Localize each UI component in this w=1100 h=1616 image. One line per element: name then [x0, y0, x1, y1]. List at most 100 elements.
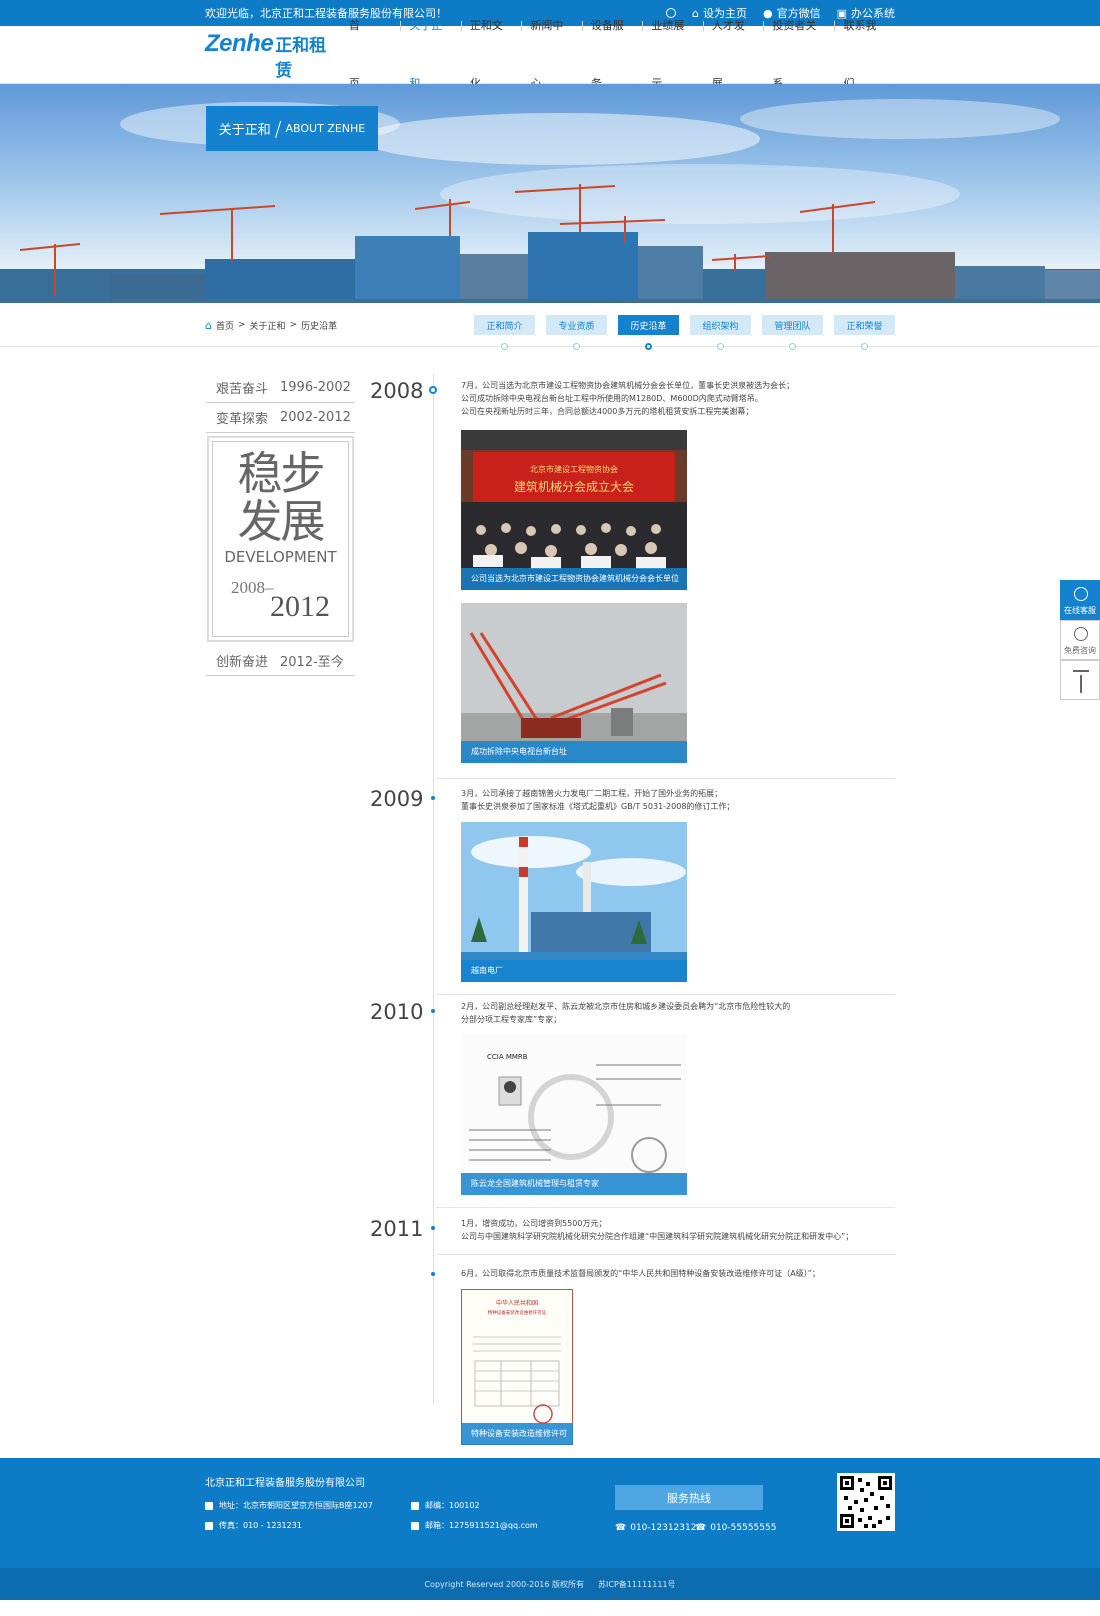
- svg-text:建筑机械分会成立大会: 建筑机械分会成立大会: [514, 479, 634, 494]
- hotline-phone-2[interactable]: ☎ 010-55555555: [695, 1523, 776, 1533]
- construction-skyline-image: [0, 99, 1100, 303]
- timeline-separator: [436, 994, 895, 995]
- era-item-3[interactable]: 创新奋进 2012-至今: [206, 646, 355, 676]
- tab-label: 正和荣誉: [846, 321, 883, 332]
- photo-caption: 陈云龙全国建筑机械管理与租赁专家: [461, 1173, 687, 1195]
- timeline-year: 2008: [370, 379, 424, 403]
- tab-history[interactable]: 历史沿革: [618, 315, 679, 350]
- timeline-photo[interactable]: 成功拆除中央电视台新台址: [461, 603, 687, 763]
- timeline-year: 2011: [370, 1217, 424, 1241]
- logo[interactable]: Zenhe 正和租赁: [205, 30, 340, 81]
- era-current-title: 稳步 发展: [237, 447, 325, 548]
- banner: 关于正和 / ABOUT ZENHE: [0, 84, 1100, 303]
- crane-dismantling-photo: [461, 603, 687, 763]
- phone-icon: ☎: [695, 1523, 707, 1533]
- copyright-text: Copyright Reserved 2000-2016 版权所有: [424, 1579, 585, 1589]
- headset-icon: [1074, 587, 1088, 601]
- era-item-2[interactable]: 变革探索 2002-2012: [206, 403, 355, 433]
- footer-company: 北京正和工程装备服务股份有限公司: [205, 1478, 365, 1489]
- icp-text[interactable]: 苏ICP备11111111号: [598, 1579, 676, 1590]
- svg-text:CCIA MMRB: CCIA MMRB: [487, 1053, 528, 1061]
- era-years: 2002-2012: [280, 410, 351, 425]
- footer: 北京正和工程装备服务股份有限公司 地址：北京市朝阳区望京方恒国际B座1207 传…: [0, 1458, 1100, 1568]
- timeline-year: 2009: [370, 787, 424, 811]
- timeline-separator: [436, 778, 895, 779]
- footer-fax: 传真：010 - 1231231: [205, 1520, 302, 1531]
- photo-caption: 公司当选为北京市建设工程物资协会建筑机械分会会长单位: [461, 568, 687, 590]
- side-float-panel: 在线客服 免费咨询: [1060, 580, 1100, 700]
- divider-slash: /: [274, 116, 282, 141]
- sub-bar: ⌂ 首页 > 关于正和 > 历史沿革 正和简介 专业资质 历史沿革 组织架构 管…: [0, 303, 1100, 350]
- timeline-line: [433, 373, 434, 1404]
- copyright-bar: Copyright Reserved 2000-2016 版权所有 苏ICP备1…: [0, 1568, 1100, 1600]
- breadcrumb-home[interactable]: 首页: [216, 319, 234, 332]
- tab-label: 专业资质: [558, 321, 595, 332]
- era-current-en: DEVELOPMENT: [224, 548, 337, 566]
- tab-intro[interactable]: 正和简介: [474, 315, 535, 350]
- footer-address: 地址：北京市朝阳区望京方恒国际B座1207: [205, 1500, 373, 1511]
- timeline-photo[interactable]: CCIA MMRB 陈云龙全国建筑机械管理与租赁专家: [461, 1035, 687, 1195]
- qr-code: [837, 1473, 895, 1531]
- tab-management[interactable]: 管理团队: [762, 315, 823, 350]
- expert-certificate-photo: CCIA MMRB: [461, 1035, 687, 1195]
- era-list: 艰苦奋斗 1996-2002 变革探索 2002-2012 稳步 发展 DEVE…: [206, 373, 355, 676]
- photo-caption: 成功拆除中央电视台新台址: [461, 741, 687, 763]
- conference-photo: 北京市建设工程物资协会 建筑机械分会成立大会: [461, 430, 687, 590]
- photo-caption: 特种设备安装改造维修许可证: [461, 1423, 573, 1445]
- tab-honors[interactable]: 正和荣誉: [834, 315, 895, 350]
- phone-icon: [1074, 627, 1088, 641]
- tab-label: 正和简介: [486, 321, 523, 332]
- timeline-text: 3月，公司承接了越南锦普火力发电厂二期工程，开始了国外业务的拓展； 董事长史洪泉…: [461, 789, 735, 811]
- breadcrumb-sep: >: [289, 320, 298, 330]
- section-title-cn: 关于正和: [218, 123, 271, 138]
- timeline-photo[interactable]: 越南电厂: [461, 822, 687, 982]
- footer-postcode: 邮编：100102: [411, 1500, 480, 1511]
- timeline-year: 2010: [370, 1000, 424, 1024]
- era-current-box: 稳步 发展 DEVELOPMENT 2008– 2012: [207, 436, 354, 642]
- breadcrumb-about[interactable]: 关于正和: [250, 319, 286, 332]
- era-current-from: 2008–: [231, 578, 274, 597]
- history-content: 艰苦奋斗 1996-2002 变革探索 2002-2012 稳步 发展 DEVE…: [0, 347, 1100, 1458]
- svg-text:特种设备安装改造维修许可证: 特种设备安装改造维修许可证: [488, 1309, 547, 1316]
- breadcrumb-current: 历史沿革: [301, 321, 338, 332]
- timeline-text: 6月，公司取得北京市质量技术监督局颁发的“中华人民共和国特种设备安装改造维修许可…: [461, 1269, 820, 1278]
- era-name: 创新奋进: [216, 655, 269, 670]
- timeline-separator: [436, 1207, 895, 1208]
- era-item-1[interactable]: 艰苦奋斗 1996-2002: [206, 373, 355, 403]
- timeline-text: 1月，增资成功，公司增资到5500万元； 公司与中国建筑科学研究院机械化研究分院…: [461, 1219, 854, 1241]
- mail-icon: [411, 1501, 419, 1510]
- timeline-bullet: [431, 796, 435, 800]
- email-icon: [411, 1521, 419, 1530]
- svg-text:北京市建设工程物资协会: 北京市建设工程物资协会: [530, 464, 618, 474]
- phone-icon: ☎: [615, 1523, 627, 1533]
- location-icon: [205, 1501, 213, 1510]
- timeline-text: 7月，公司当选为北京市建设工程物资协会建筑机械分会会长单位，董事长史洪泉被选为会…: [461, 381, 795, 416]
- tab-label: 组织架构: [702, 321, 739, 332]
- tab-organization[interactable]: 组织架构: [690, 315, 751, 350]
- power-plant-photo: [461, 822, 687, 982]
- tab-label: 管理团队: [774, 321, 811, 332]
- era-years: 2012-至今: [280, 655, 344, 670]
- about-tabs: 正和简介 专业资质 历史沿革 组织架构 管理团队 正和荣誉: [474, 315, 895, 350]
- online-service-button[interactable]: 在线客服: [1060, 580, 1100, 620]
- fax-icon: [205, 1521, 213, 1530]
- section-title-box: 关于正和 / ABOUT ZENHE: [206, 106, 378, 151]
- free-consult-button[interactable]: 免费咨询: [1060, 620, 1100, 660]
- back-to-top-button[interactable]: [1060, 660, 1100, 700]
- timeline-bullet: [431, 1226, 435, 1230]
- era-name: 艰苦奋斗: [216, 382, 269, 397]
- hotline-phone-1[interactable]: ☎ 010-12312312: [615, 1523, 696, 1533]
- qr-code-image: [840, 1476, 892, 1528]
- breadcrumb-sep: >: [238, 320, 246, 330]
- license-certificate-photo: 中华人民共和国 特种设备安装改造维修许可证: [461, 1289, 573, 1445]
- svg-text:中华人民共和国: 中华人民共和国: [496, 1299, 538, 1307]
- timeline-photo[interactable]: 中华人民共和国 特种设备安装改造维修许可证 特种设备安装改造维修许可证: [461, 1289, 573, 1445]
- tab-label: 历史沿革: [630, 321, 667, 332]
- home-icon[interactable]: ⌂: [205, 319, 212, 332]
- hotline-label: 服务热线: [615, 1485, 763, 1510]
- timeline-separator: [436, 1254, 895, 1255]
- timeline-photo[interactable]: 北京市建设工程物资协会 建筑机械分会成立大会 公司当选为北京市建设工程物资协会建…: [461, 430, 687, 590]
- tab-qualification[interactable]: 专业资质: [546, 315, 607, 350]
- era-current-to: 2012: [270, 590, 330, 623]
- footer-email[interactable]: 邮箱：1275911521@qq.com: [411, 1520, 538, 1531]
